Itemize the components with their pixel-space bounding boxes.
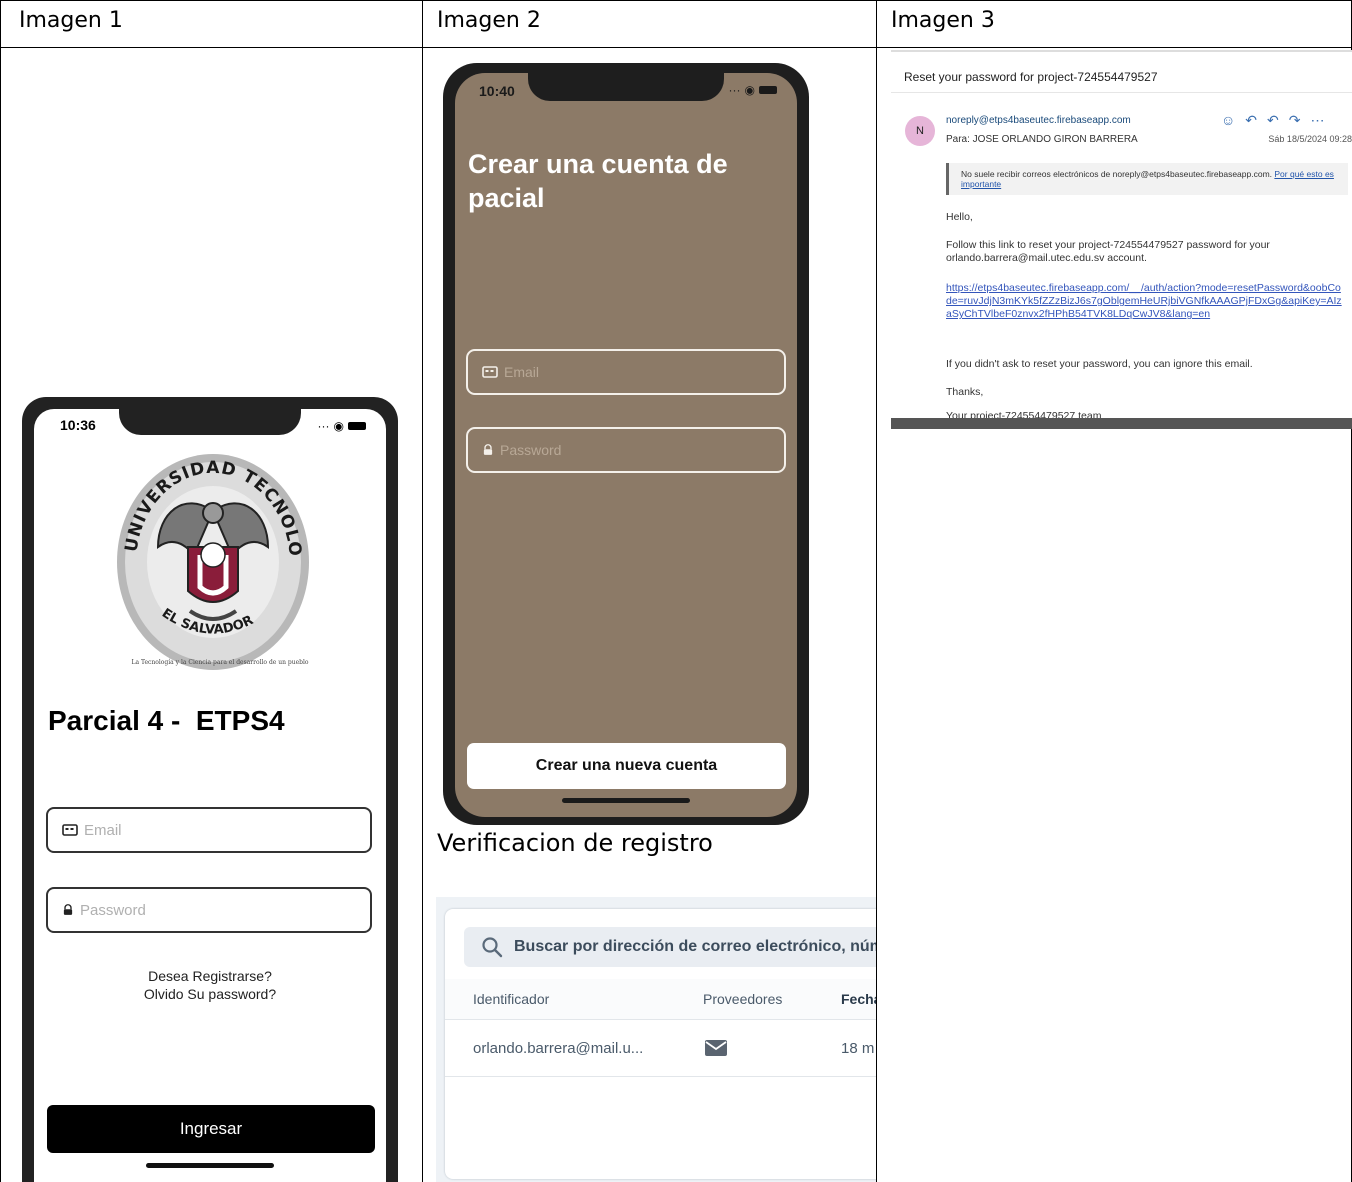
- email-body-text: Follow this link to reset your project-7…: [946, 239, 1270, 264]
- email-date: Sáb 18/5/2024 09:28: [1268, 134, 1352, 144]
- forgot-password-link[interactable]: Olvido Su password?: [34, 985, 386, 1003]
- email-greeting: Hello,: [946, 211, 973, 223]
- email-sender[interactable]: noreply@etps4baseutec.firebaseapp.com: [946, 115, 1131, 126]
- column-header-3: Imagen 3: [891, 8, 995, 33]
- page-title: Parcial 4 - ETPS4: [48, 705, 285, 736]
- register-link[interactable]: Desea Registrarse?: [34, 967, 386, 985]
- email-ignore-text: If you didn't ask to reset your password…: [946, 358, 1253, 370]
- firebase-users-screenshot: Buscar por dirección de correo electróni…: [436, 897, 876, 1182]
- table-border-left: [0, 0, 1, 1182]
- user-identifier: orlando.barrera@mail.u...: [473, 1039, 644, 1057]
- email-recipient: Para: JOSE ORLANDO GIRON BARRERA: [946, 134, 1138, 145]
- email-thanks: Thanks,: [946, 386, 984, 398]
- register-screen: 10:40 ··· ◉ Crear una cuenta de pacial E…: [455, 73, 797, 817]
- forward-icon[interactable]: ↷: [1289, 112, 1311, 128]
- home-indicator: [146, 1163, 274, 1168]
- taskbar-strip: [891, 418, 1352, 429]
- table-row[interactable]: orlando.barrera@mail.u... 18 m: [445, 1020, 876, 1077]
- phone-login-screenshot: 10:36 ··· ◉ UNIVERSIDAD TECNOLOGICA: [22, 397, 398, 1182]
- home-indicator: [562, 798, 690, 803]
- column-header-2: Imagen 2: [437, 8, 541, 33]
- battery-icon: [759, 86, 777, 94]
- status-icons: ··· ◉: [729, 83, 777, 97]
- id-card-icon: [482, 366, 498, 378]
- wifi-icon: ◉: [333, 419, 344, 433]
- lock-icon: [483, 444, 493, 455]
- status-time: 10:36: [60, 417, 96, 433]
- search-icon: [482, 937, 503, 958]
- lock-icon: [63, 904, 73, 915]
- id-card-icon: [62, 824, 78, 836]
- email-field[interactable]: Email: [46, 807, 372, 853]
- external-sender-warning: No suele recibir correos electrónicos de…: [946, 163, 1348, 195]
- email-actions: ☺↶↶↷⋯: [1221, 112, 1335, 129]
- avatar: N: [905, 116, 935, 146]
- phone-notch: [119, 409, 301, 435]
- seal-motto: La Tecnología y la Ciencia para el desar…: [131, 659, 309, 666]
- battery-icon: [348, 422, 366, 430]
- password-field[interactable]: Password: [46, 887, 372, 933]
- password-placeholder: Password: [80, 901, 146, 919]
- table-col-divider-2: [876, 0, 877, 1182]
- subject-divider: [891, 92, 1352, 93]
- email-subject: Reset your password for project-72455447…: [904, 70, 1158, 84]
- password-field[interactable]: Password: [466, 427, 786, 473]
- column-header-identifier[interactable]: Identificador: [473, 979, 549, 1019]
- password-placeholder: Password: [500, 442, 562, 458]
- reset-password-link[interactable]: https://etps4baseutec.firebaseapp.com/__…: [946, 282, 1346, 321]
- mail-icon: [705, 1020, 727, 1076]
- column-header-date[interactable]: Fecha: [841, 979, 876, 1019]
- reset-email-screenshot: Reset your password for project-72455447…: [891, 50, 1352, 429]
- page-title: Crear una cuenta de pacial: [468, 149, 728, 213]
- table-header-divider: [0, 47, 1352, 48]
- table-border-top: [0, 0, 1352, 1]
- login-button[interactable]: Ingresar: [47, 1105, 375, 1153]
- status-icons: ··· ◉: [318, 419, 366, 433]
- search-placeholder: Buscar por dirección de correo electróni…: [514, 938, 876, 955]
- create-account-button[interactable]: Crear una nueva cuenta: [467, 743, 786, 789]
- signal-icon: ···: [317, 419, 330, 433]
- phone-notch: [528, 73, 724, 101]
- user-created-date: 18 m: [841, 1039, 875, 1057]
- signal-icon: ···: [728, 83, 741, 97]
- login-screen: 10:36 ··· ◉ UNIVERSIDAD TECNOLOGICA: [34, 409, 386, 1182]
- email-field[interactable]: Email: [466, 349, 786, 395]
- auth-links: Desea Registrarse? Olvido Su password?: [34, 967, 386, 1003]
- warning-text: No suele recibir correos electrónicos de…: [961, 169, 1273, 179]
- column-header-providers[interactable]: Proveedores: [703, 979, 782, 1019]
- user-search-bar[interactable]: Buscar por dirección de correo electróni…: [464, 927, 876, 967]
- wifi-icon: ◉: [744, 83, 755, 97]
- reply-all-icon[interactable]: ↶: [1267, 112, 1289, 128]
- table-header-row: Identificador Proveedores Fecha: [445, 979, 876, 1020]
- verification-caption: Verificacion de registro: [437, 829, 713, 857]
- column-header-1: Imagen 1: [19, 8, 123, 33]
- email-placeholder: Email: [84, 821, 122, 839]
- university-seal-logo: UNIVERSIDAD TECNOLOGICA EL SALVADOR: [114, 451, 309, 670]
- phone-register-screenshot: 10:40 ··· ◉ Crear una cuenta de pacial E…: [443, 63, 809, 825]
- reply-icon[interactable]: ↶: [1245, 112, 1267, 128]
- status-time: 10:40: [479, 83, 515, 99]
- more-icon[interactable]: ⋯: [1311, 112, 1335, 128]
- email-placeholder: Email: [504, 364, 540, 380]
- emoji-icon[interactable]: ☺: [1221, 112, 1245, 128]
- table-col-divider-1: [422, 0, 423, 1182]
